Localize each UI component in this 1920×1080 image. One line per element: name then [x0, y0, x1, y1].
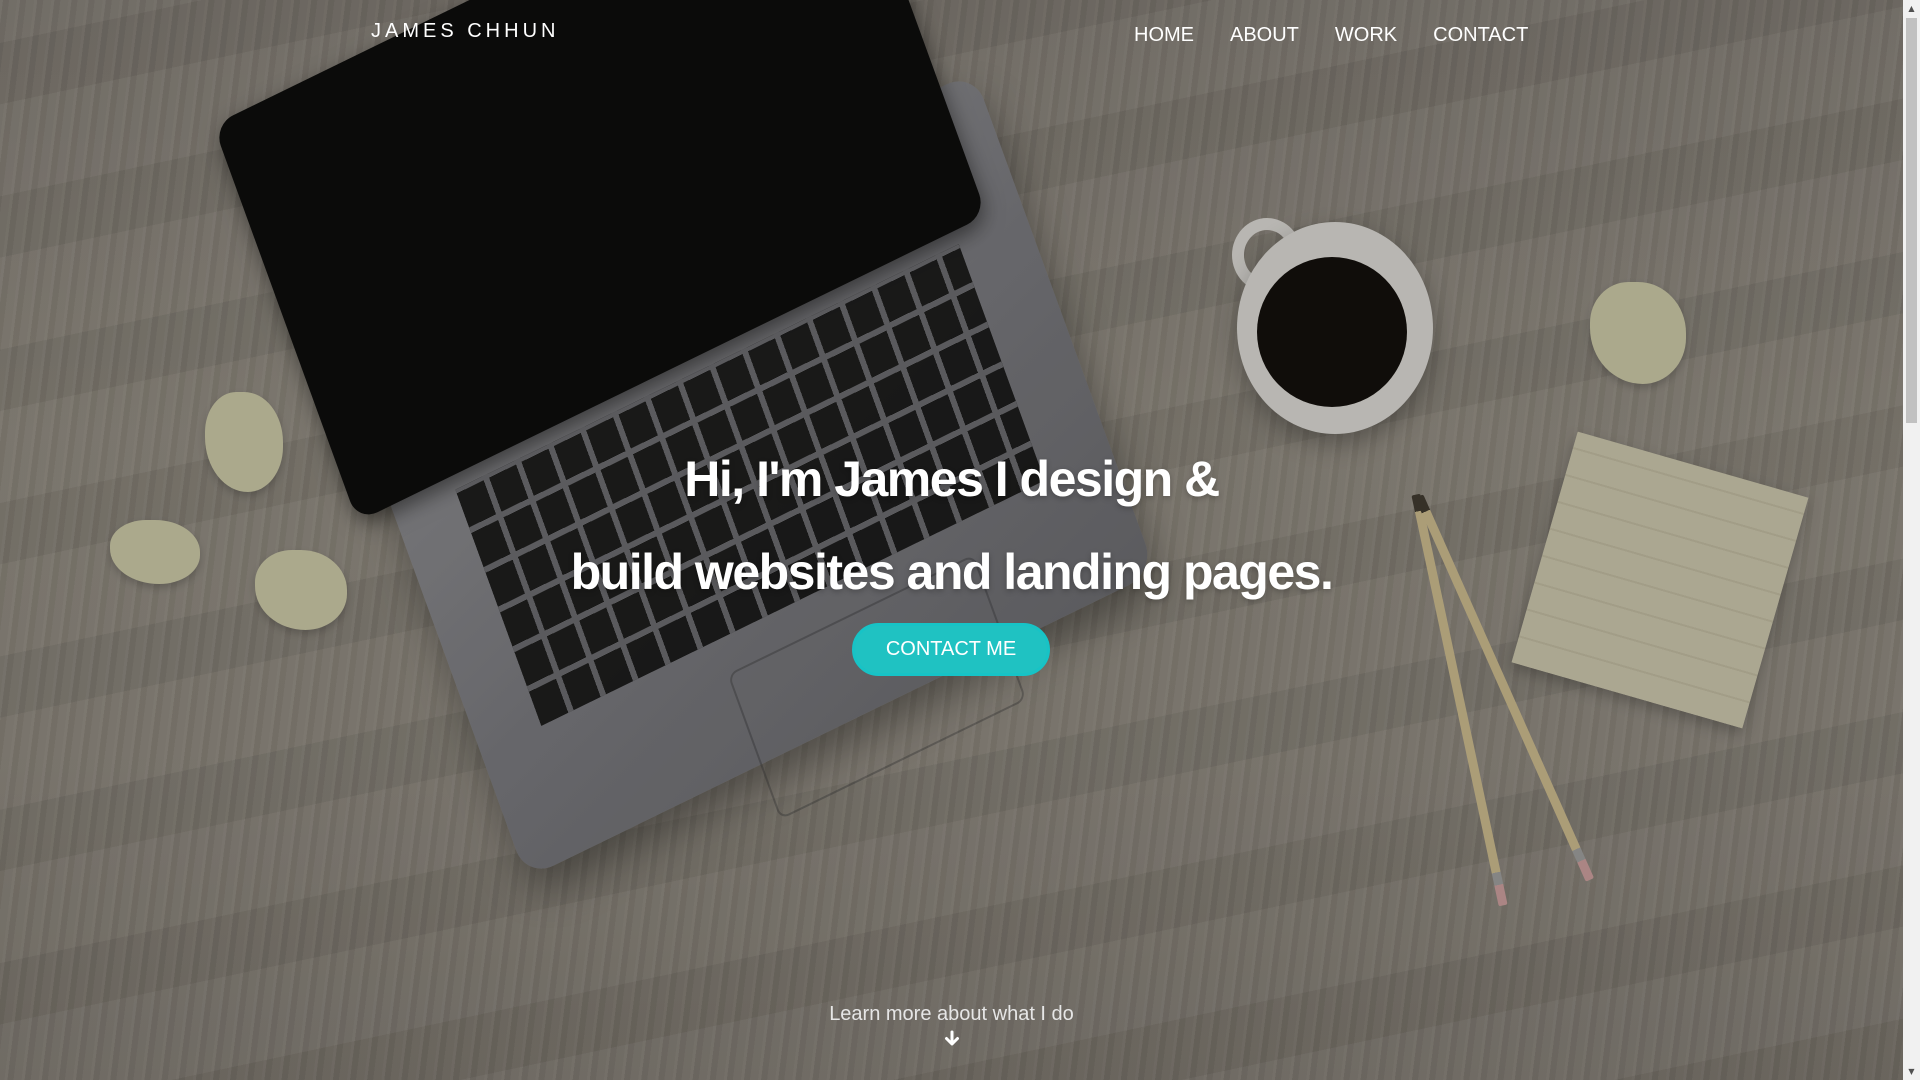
- nav-link-work[interactable]: WORK: [1335, 24, 1397, 47]
- scrollbar-thumb[interactable]: [1906, 18, 1917, 423]
- arrow-down-icon[interactable]: [943, 1030, 961, 1048]
- hero-headline-line-2: build websites and landing pages.: [570, 544, 1334, 600]
- hero-headline-line-1: Hi, I'm James I design &: [684, 451, 1220, 507]
- nav-link-home[interactable]: HOME: [1134, 24, 1194, 47]
- hero-section: JAMES CHHUN HOME ABOUT WORK CONTACT Hi, …: [0, 0, 1903, 1080]
- scroll-down-arrow-icon[interactable]: ▼: [1903, 1063, 1920, 1080]
- contact-me-button[interactable]: CONTACT ME: [852, 623, 1050, 676]
- nav-link-contact[interactable]: CONTACT: [1433, 24, 1528, 47]
- nav-link-about[interactable]: ABOUT: [1230, 24, 1299, 47]
- site-brand[interactable]: JAMES CHHUN: [371, 20, 559, 43]
- scroll-up-arrow-icon[interactable]: ▲: [1903, 0, 1920, 17]
- learn-more-link[interactable]: Learn more about what I do: [0, 1003, 1903, 1026]
- main-nav: HOME ABOUT WORK CONTACT: [1134, 24, 1528, 47]
- background-overlay: [0, 0, 1903, 1080]
- vertical-scrollbar[interactable]: ▲ ▼: [1903, 0, 1920, 1080]
